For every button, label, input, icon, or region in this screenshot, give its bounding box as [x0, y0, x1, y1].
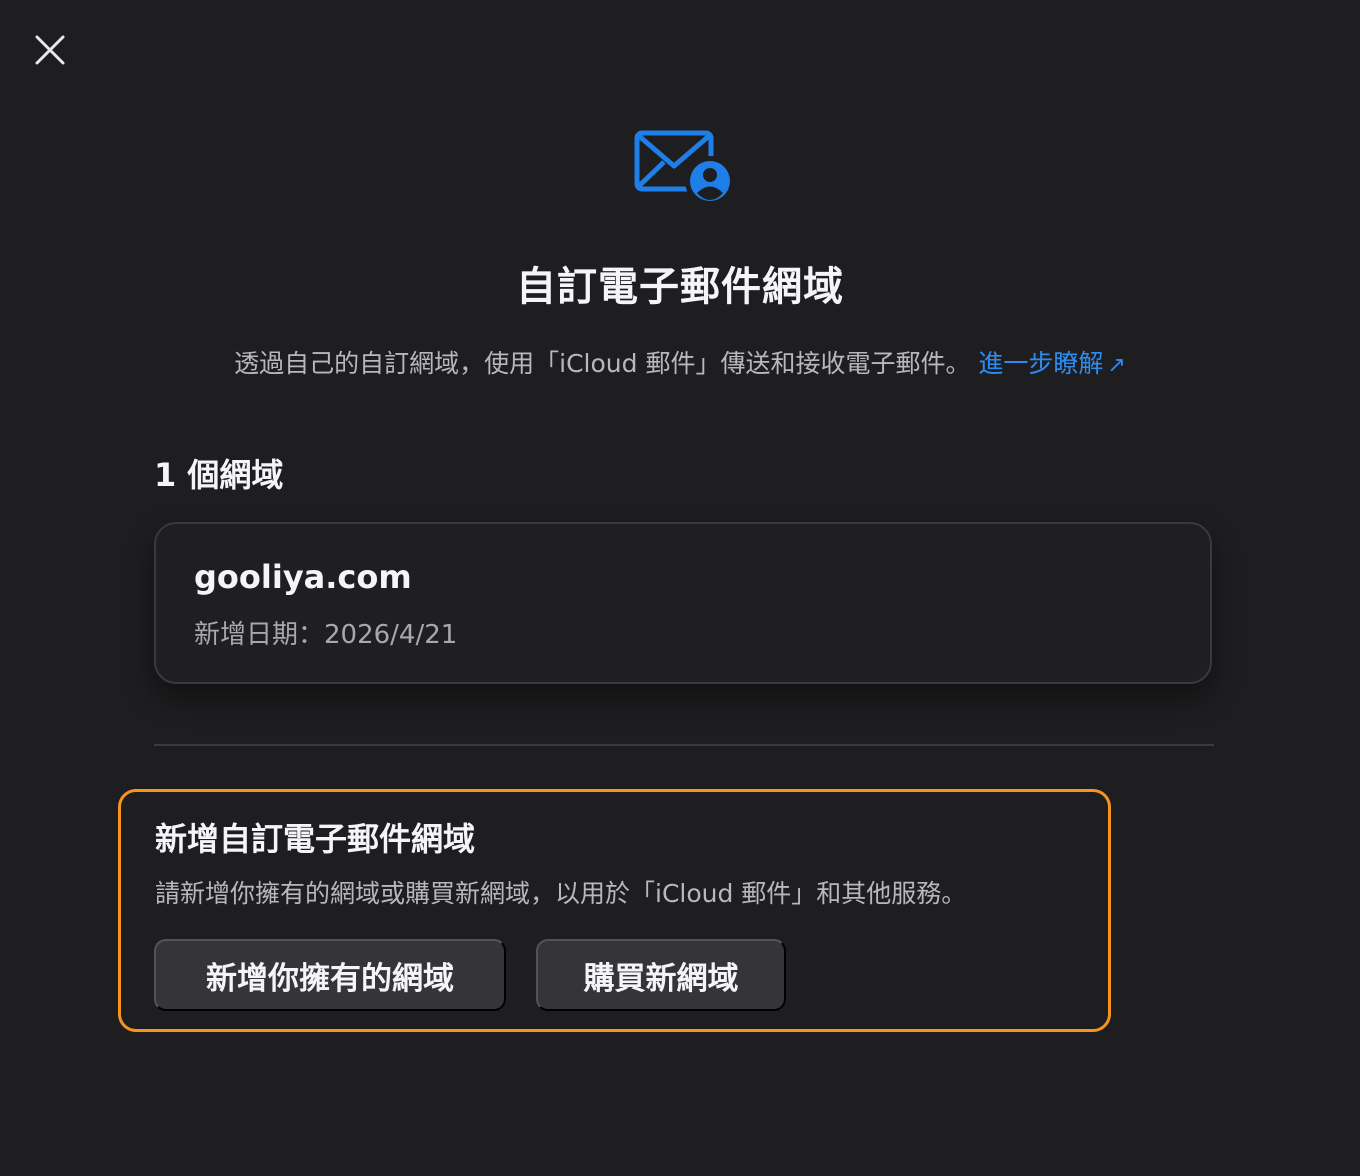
domain-card[interactable]: gooliya.com 新增日期：2026/4/21: [154, 522, 1212, 684]
close-button[interactable]: [30, 30, 70, 70]
domain-count-heading: 1 個網域: [154, 456, 284, 494]
page-title: 自訂電子郵件網域: [516, 264, 844, 310]
domain-name: gooliya.com: [194, 558, 412, 596]
mail-person-icon: [634, 130, 735, 206]
learn-more-link[interactable]: 進一步瞭解 ↗: [978, 349, 1125, 378]
add-domain-section: 新增自訂電子郵件網域 請新增你擁有的網域或購買新網域，以用於「iCloud 郵件…: [118, 789, 1111, 1032]
close-icon: [35, 35, 65, 65]
add-domain-description: 請新增你擁有的網域或購買新網域，以用於「iCloud 郵件」和其他服務。: [155, 879, 967, 908]
subtitle-text: 透過自己的自訂網域，使用「iCloud 郵件」傳送和接收電子郵件。: [234, 349, 971, 378]
learn-more-label: 進一步瞭解: [978, 349, 1104, 378]
page-subtitle: 透過自己的自訂網域，使用「iCloud 郵件」傳送和接收電子郵件。 進一步瞭解 ↗: [200, 344, 1160, 386]
section-divider: [154, 744, 1214, 746]
add-own-domain-button[interactable]: 新增你擁有的網域: [154, 939, 506, 1011]
domain-added-date: 新增日期：2026/4/21: [194, 620, 458, 650]
buy-new-domain-button[interactable]: 購買新網域: [536, 939, 786, 1011]
external-link-icon: ↗: [1107, 353, 1126, 378]
add-domain-title: 新增自訂電子郵件網域: [155, 820, 476, 858]
